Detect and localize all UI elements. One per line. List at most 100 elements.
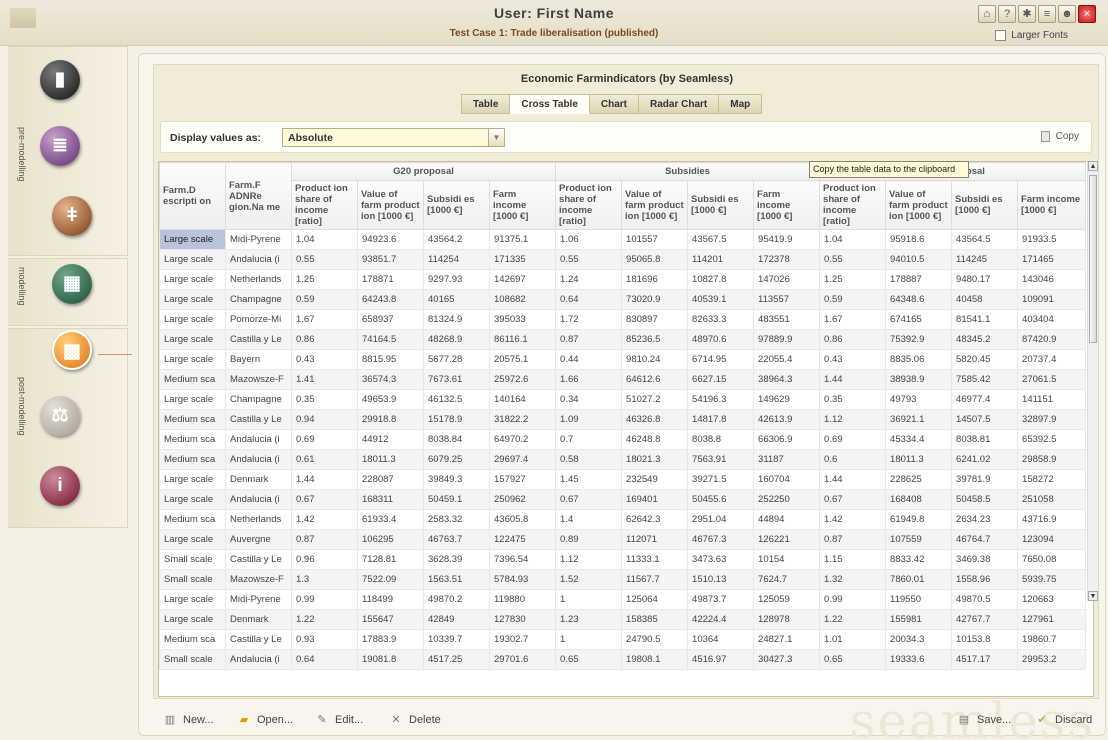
value-cell[interactable]: 5820.45	[951, 349, 1019, 370]
value-cell[interactable]: 1.04	[291, 229, 358, 250]
scroll-down-arrow[interactable]: ▼	[1088, 591, 1098, 601]
value-cell[interactable]: 7585.42	[951, 369, 1019, 390]
value-cell[interactable]: 0.89	[555, 529, 623, 550]
value-cell[interactable]: 0.61	[291, 449, 358, 470]
value-cell[interactable]: 157927	[488, 469, 557, 490]
clipboard-icon[interactable]: ▮	[40, 60, 80, 100]
value-cell[interactable]: 114254	[423, 249, 490, 270]
value-cell[interactable]: 251058	[1017, 489, 1087, 510]
region-cell[interactable]: Castilla y Le	[225, 409, 292, 430]
value-cell[interactable]: 95419.9	[753, 229, 821, 250]
value-cell[interactable]: 0.35	[291, 389, 358, 410]
value-cell[interactable]: 75392.9	[885, 329, 953, 350]
value-cell[interactable]: 49653.9	[357, 389, 424, 410]
value-cell[interactable]: 51027.2	[621, 389, 689, 410]
value-cell[interactable]: 8038.84	[423, 429, 490, 450]
tab-chart[interactable]: Chart	[589, 94, 640, 114]
value-cell[interactable]: 11333.1	[621, 549, 689, 570]
value-cell[interactable]: 143046	[1017, 269, 1087, 290]
value-cell[interactable]: 18011.3	[885, 449, 953, 470]
value-cell[interactable]: 93851.7	[357, 249, 424, 270]
region-cell[interactable]: Mazowsze-F	[225, 569, 292, 590]
table-row[interactable]: Large scale Champagne 0.59 64243.8 40165 1086…	[159, 289, 1087, 310]
value-cell[interactable]: 8833.42	[885, 549, 953, 570]
value-cell[interactable]: 64348.6	[885, 289, 953, 310]
value-cell[interactable]: 40165	[423, 289, 490, 310]
value-cell[interactable]: 10827.8	[687, 269, 755, 290]
value-cell[interactable]: 42849	[423, 609, 490, 630]
value-cell[interactable]: 830897	[621, 309, 689, 330]
value-cell[interactable]: 1.45	[555, 469, 623, 490]
region-cell[interactable]: Andalucia (i	[225, 649, 292, 670]
value-cell[interactable]: 109091	[1017, 289, 1087, 310]
value-cell[interactable]: 20034.3	[885, 629, 953, 650]
farm-description-cell[interactable]: Large scale	[159, 529, 226, 550]
value-cell[interactable]: 46764.7	[951, 529, 1019, 550]
value-cell[interactable]: 9297.93	[423, 269, 490, 290]
calculator-icon[interactable]: ▦	[52, 264, 92, 304]
value-cell[interactable]: 1.52	[555, 569, 623, 590]
value-cell[interactable]: 2583.32	[423, 509, 490, 530]
farm-description-cell[interactable]: Small scale	[159, 569, 226, 590]
value-cell[interactable]: 1.06	[555, 229, 623, 250]
close-icon[interactable]: ×	[1078, 5, 1096, 23]
indicator-header[interactable]: Value of farm product ion [1000 €]	[621, 180, 689, 230]
scales-icon[interactable]: ⚖	[40, 396, 80, 436]
value-cell[interactable]: 0.67	[291, 489, 358, 510]
value-cell[interactable]: 127830	[488, 609, 557, 630]
value-cell[interactable]: 97889.9	[753, 329, 821, 350]
value-cell[interactable]: 228087	[357, 469, 424, 490]
value-cell[interactable]: 1.12	[555, 549, 623, 570]
value-cell[interactable]: 1.04	[819, 229, 887, 250]
value-cell[interactable]: 61949.8	[885, 509, 953, 530]
farm-description-cell[interactable]: Medium sca	[159, 369, 226, 390]
farm-description-cell[interactable]: Large scale	[159, 289, 226, 310]
value-cell[interactable]: 4517.17	[951, 649, 1019, 670]
value-cell[interactable]: 0.6	[819, 449, 887, 470]
value-cell[interactable]: 0.65	[819, 649, 887, 670]
value-cell[interactable]: 0.99	[291, 589, 358, 610]
value-cell[interactable]: 32897.9	[1017, 409, 1087, 430]
value-cell[interactable]: 1	[555, 629, 623, 650]
value-cell[interactable]: 50458.5	[951, 489, 1019, 510]
value-cell[interactable]: 27061.5	[1017, 369, 1087, 390]
indicator-header[interactable]: Product ion share of income [ratio]	[819, 180, 887, 230]
value-cell[interactable]: 18011.3	[357, 449, 424, 470]
value-cell[interactable]: 149629	[753, 389, 821, 410]
farm-description-cell[interactable]: Medium sca	[159, 509, 226, 530]
table-row[interactable]: Small scale Andalucia (i 0.64 19081.8 4517.2…	[159, 649, 1087, 670]
value-cell[interactable]: 42224.4	[687, 609, 755, 630]
value-cell[interactable]: 46763.7	[423, 529, 490, 550]
value-cell[interactable]: 1.3	[291, 569, 358, 590]
value-cell[interactable]: 19333.6	[885, 649, 953, 670]
tab-cross-table[interactable]: Cross Table	[510, 94, 590, 114]
value-cell[interactable]: 18021.3	[621, 449, 689, 470]
value-cell[interactable]: 48268.9	[423, 329, 490, 350]
column-header-region[interactable]: Farm.F ADNRe gion.Na me	[225, 162, 292, 230]
value-cell[interactable]: 1.25	[291, 269, 358, 290]
value-cell[interactable]: 81541.1	[951, 309, 1019, 330]
value-cell[interactable]: 29918.8	[357, 409, 424, 430]
value-cell[interactable]: 120663	[1017, 589, 1087, 610]
value-cell[interactable]: 48345.2	[951, 329, 1019, 350]
value-cell[interactable]: 91375.1	[488, 229, 557, 250]
value-cell[interactable]: 1563.51	[423, 569, 490, 590]
value-cell[interactable]: 19860.7	[1017, 629, 1087, 650]
value-cell[interactable]: 50459.1	[423, 489, 490, 510]
value-cell[interactable]: 48970.6	[687, 329, 755, 350]
value-cell[interactable]: 0.7	[555, 429, 623, 450]
tab-radar-chart[interactable]: Radar Chart	[639, 94, 720, 114]
value-cell[interactable]: 1.67	[291, 309, 358, 330]
value-cell[interactable]: 44894	[753, 509, 821, 530]
table-row[interactable]: Small scale Castilla y Le 0.96 7128.81 3628.…	[159, 549, 1087, 570]
value-cell[interactable]: 0.44	[555, 349, 623, 370]
value-cell[interactable]: 46132.5	[423, 389, 490, 410]
indicator-header[interactable]: Product ion share of income [ratio]	[291, 180, 358, 230]
larger-fonts-option[interactable]: Larger Fonts	[995, 30, 1068, 41]
value-cell[interactable]: 82633.3	[687, 309, 755, 330]
value-cell[interactable]: 1.42	[819, 509, 887, 530]
value-cell[interactable]: 9810.24	[621, 349, 689, 370]
value-cell[interactable]: 1510.13	[687, 569, 755, 590]
value-cell[interactable]: 1.24	[555, 269, 623, 290]
chart-icon[interactable]: ▩	[52, 330, 92, 370]
